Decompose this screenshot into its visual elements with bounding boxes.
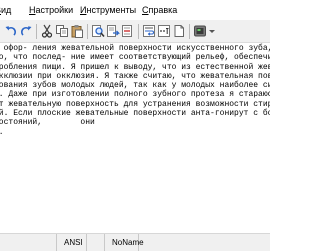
toolbar-separator — [189, 24, 190, 39]
editor-line: ый. Если плоские жевательные поверхности… — [0, 109, 270, 119]
menu-help[interactable]: Справка — [142, 4, 177, 16]
editor-line: то, что послед- ние имеет соответствующи… — [0, 53, 270, 63]
replace-icon[interactable] — [106, 24, 120, 38]
paste-icon[interactable] — [70, 24, 84, 38]
copy-icon[interactable] — [55, 24, 69, 38]
editor-line: и. Даже при изготовлении полного зубного… — [0, 90, 270, 100]
word-wrap-icon[interactable] — [142, 24, 156, 38]
show-whitespace-icon[interactable] — [157, 24, 171, 38]
menu-settings[interactable]: Настройки — [29, 4, 73, 16]
editor-line: нования зубов молодых людей, так как у м… — [0, 81, 270, 91]
editor-empty-area[interactable] — [0, 209, 270, 233]
undo-icon[interactable] — [4, 24, 18, 38]
editor-line: ю офор- ления жевательной поверхности ис… — [3, 44, 270, 53]
toolbar-separator — [87, 24, 88, 39]
toolbar-separator — [36, 24, 37, 39]
scheme-icon[interactable] — [193, 24, 207, 38]
goto-icon[interactable] — [121, 24, 135, 38]
cut-icon[interactable] — [40, 24, 54, 38]
status-separator — [104, 234, 105, 251]
editor-line: ют жевательную поверхность для устранени… — [0, 99, 270, 109]
status-encoding: ANSI — [64, 238, 83, 247]
scheme-dropdown-arrow-icon[interactable] — [209, 30, 215, 33]
status-separator — [86, 234, 87, 251]
menu-bar: Вид Настройки Инструменты Справка — [0, 0, 270, 20]
editor-text[interactable]: ю офор- ления жевательной поверхности ис… — [0, 44, 270, 137]
editor-line: состояний, они — [0, 118, 95, 128]
status-bar: ANSI NoName — [0, 233, 270, 251]
status-separator — [56, 234, 57, 251]
menu-view[interactable]: Вид — [0, 4, 11, 16]
editor-line: о. — [0, 128, 270, 137]
find-icon[interactable] — [91, 24, 105, 38]
editor-line: окклюзии при окклюзия. Я также считаю, ч… — [0, 71, 270, 81]
toolbar — [0, 20, 270, 43]
document-icon[interactable] — [172, 24, 186, 38]
toolbar-separator — [138, 24, 139, 39]
text-editor[interactable]: ю офор- ления жевательной поверхности ис… — [0, 43, 270, 209]
editor-line: еробления пищи. Я пришел к выводу, что и… — [0, 62, 270, 72]
status-scheme: NoName — [112, 238, 144, 247]
menu-tools[interactable]: Инструменты — [80, 4, 136, 16]
redo-icon[interactable] — [19, 24, 33, 38]
